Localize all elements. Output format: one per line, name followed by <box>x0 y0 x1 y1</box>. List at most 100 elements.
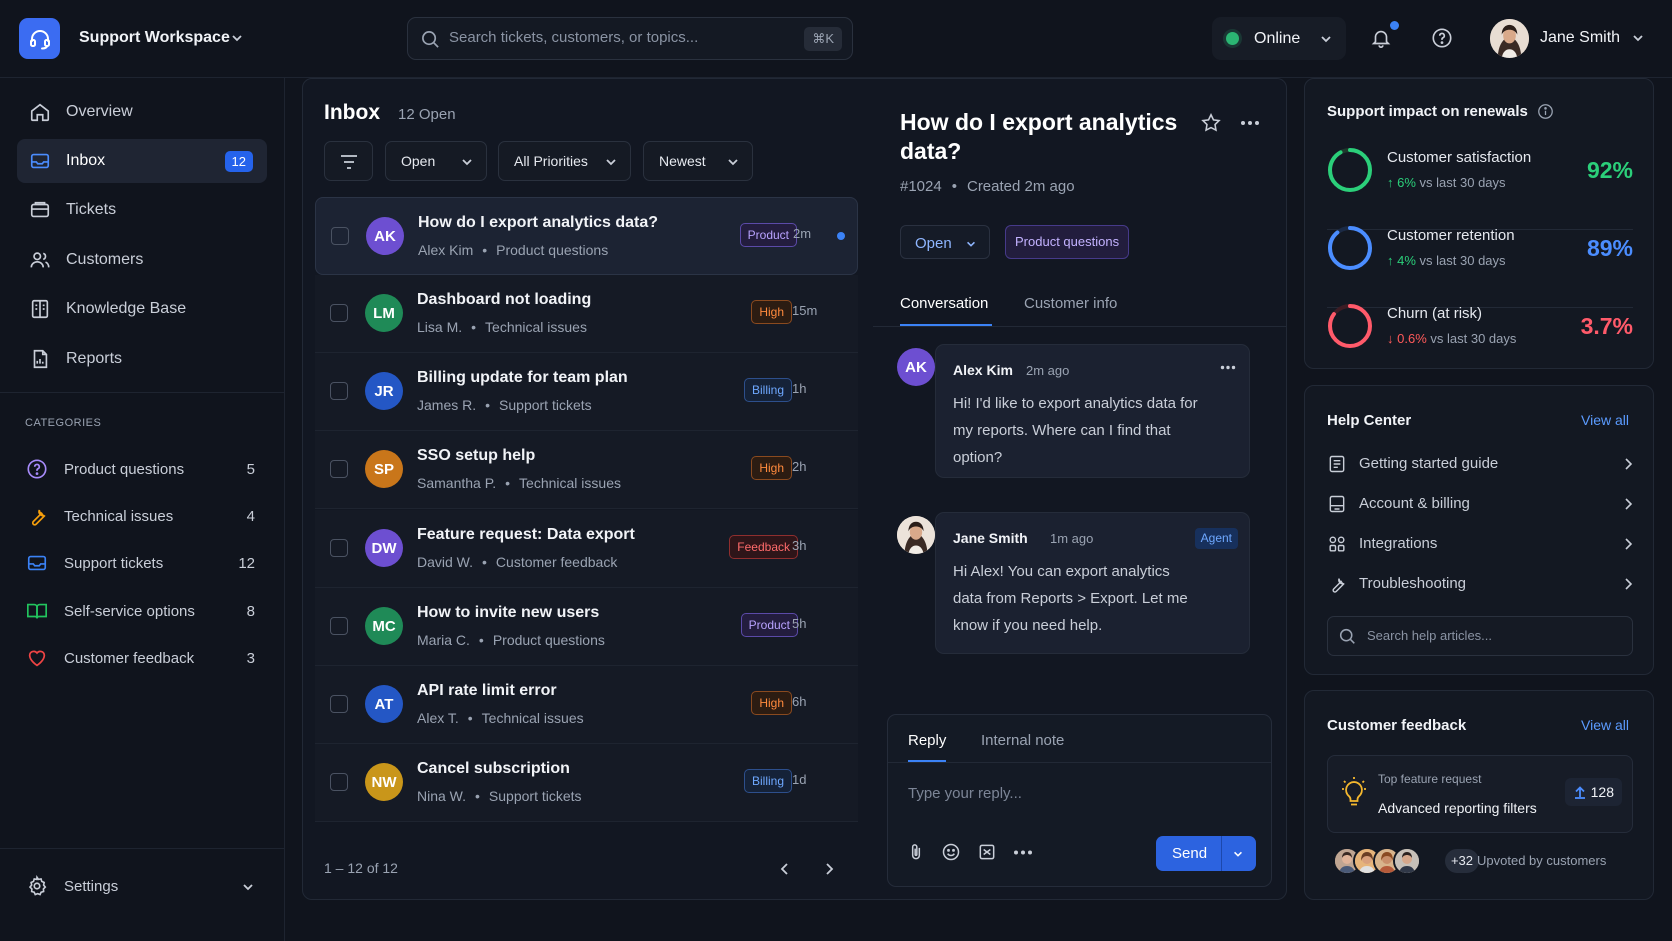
category-technical-issues[interactable]: Technical issues 4 <box>17 496 267 536</box>
emoji-icon[interactable] <box>941 842 961 862</box>
agent-badge: Agent <box>1194 528 1238 549</box>
chevron-left-icon[interactable] <box>778 861 792 877</box>
tab-reply[interactable]: Reply <box>908 732 946 749</box>
category-self-service[interactable]: Self-service options 8 <box>17 591 267 631</box>
ticket-row[interactable]: JR Billing update for team plan James R. • S… <box>315 353 858 431</box>
filter-button[interactable] <box>324 141 373 181</box>
more-icon[interactable] <box>1013 850 1033 855</box>
metric-delta: ↑ 6% vs last 30 days <box>1387 175 1506 190</box>
ticket-title: SSO setup help <box>417 447 536 464</box>
vote-count: 128 <box>1590 784 1614 800</box>
ticket-customer: Nina W. <box>417 788 467 804</box>
chevron-down-icon[interactable] <box>1631 31 1645 45</box>
category-customer-feedback[interactable]: Customer feedback 3 <box>17 638 267 678</box>
metric-customer-satisfaction: Customer satisfaction ↑ 6% vs last 30 da… <box>1327 147 1633 225</box>
ticket-row[interactable]: MC How to invite new users Maria C. • Produc… <box>315 588 858 666</box>
search-input[interactable] <box>449 29 779 46</box>
sort-filter[interactable]: Newest <box>643 141 753 181</box>
help-search-input[interactable] <box>1367 628 1617 643</box>
tab-internal-note[interactable]: Internal note <box>981 732 1064 749</box>
avatar[interactable] <box>1490 19 1529 58</box>
feedback-title: Customer feedback <box>1327 717 1467 734</box>
send-button[interactable]: Send <box>1156 836 1256 871</box>
ticket-checkbox[interactable] <box>330 460 348 478</box>
paperclip-icon[interactable] <box>906 842 926 862</box>
sidebar-item-tickets[interactable]: Tickets <box>17 188 267 232</box>
ticket-checkbox[interactable] <box>330 382 348 400</box>
impact-card: Support impact on renewals Customer sati… <box>1304 78 1654 369</box>
chevron-right-icon[interactable] <box>822 861 836 877</box>
tab-conversation[interactable]: Conversation <box>900 295 988 312</box>
ticket-time: 2m <box>793 226 812 241</box>
ticket-meta: #1024 • Created 2m ago <box>900 178 1075 195</box>
sidebar-item-reports[interactable]: Reports <box>17 337 267 381</box>
help-icon[interactable] <box>1431 27 1453 49</box>
ticket-checkbox[interactable] <box>331 227 349 245</box>
tab-customer-info[interactable]: Customer info <box>1024 295 1117 312</box>
priority-filter[interactable]: All Priorities <box>498 141 631 181</box>
divider <box>1221 836 1222 871</box>
ticket-checkbox[interactable] <box>330 695 348 713</box>
star-icon[interactable] <box>1200 112 1222 134</box>
ticket-title: Dashboard not loading <box>417 291 592 308</box>
headset-logo-icon[interactable] <box>19 18 60 59</box>
status-filter[interactable]: Open <box>385 141 487 181</box>
ticket-tag: High <box>751 300 792 324</box>
upvote-button[interactable]: 128 <box>1564 778 1622 806</box>
sidebar-item-knowledge-base[interactable]: Knowledge Base <box>17 287 267 331</box>
workspace-name[interactable]: Support Workspace <box>79 29 230 47</box>
more-icon[interactable] <box>1220 365 1236 370</box>
ticket-category: Technical issues <box>519 475 621 491</box>
help-item-troubleshooting[interactable]: Troubleshooting <box>1327 566 1633 602</box>
arrow-down-icon: ↓ <box>1387 331 1398 346</box>
help-item-account-billing[interactable]: Account & billing <box>1327 486 1633 522</box>
ticket-row[interactable]: LM Dashboard not loading Lisa M. • Technical… <box>315 275 858 353</box>
sidebar-item-inbox[interactable]: Inbox 12 <box>17 139 267 183</box>
ticket-time: 1h <box>792 381 807 396</box>
ticket-row[interactable]: NW Cancel subscription Nina W. • Support tic… <box>315 744 858 822</box>
info-icon[interactable] <box>1537 103 1554 120</box>
sidebar-item-customers[interactable]: Customers <box>17 238 267 282</box>
ticket-time: 3h <box>792 538 807 553</box>
ticket-row[interactable]: SP SSO setup help Samantha P. • Technical is… <box>315 431 858 509</box>
top-feature-request[interactable]: Top feature request Advanced reporting f… <box>1327 755 1633 833</box>
customer-avatar: AT <box>365 685 403 723</box>
settings-menu[interactable]: Settings <box>17 866 267 908</box>
ticket-meta: Samantha P. • Technical issues <box>417 475 621 491</box>
global-search[interactable]: ⌘K <box>407 17 853 60</box>
help-item-getting-started[interactable]: Getting started guide <box>1327 446 1633 482</box>
category-product-questions[interactable]: Product questions 5 <box>17 449 267 489</box>
ticket-row[interactable]: AT API rate limit error Alex T. • Technical … <box>315 666 858 744</box>
ticket-checkbox[interactable] <box>330 617 348 635</box>
bell-icon[interactable] <box>1370 27 1392 49</box>
chevron-right-icon <box>1623 577 1633 591</box>
help-item-integrations[interactable]: Integrations <box>1327 526 1633 562</box>
feedback-view-all-link[interactable]: View all <box>1581 717 1629 733</box>
ticket-status-dropdown[interactable]: Open <box>900 225 990 259</box>
ticket-row[interactable]: AK How do I export analytics data? Alex Ki… <box>315 197 858 275</box>
help-view-all-link[interactable]: View all <box>1581 412 1629 428</box>
chevron-down-icon[interactable] <box>1232 848 1244 860</box>
heart-icon <box>26 647 48 669</box>
ticket-checkbox[interactable] <box>330 539 348 557</box>
ticket-row[interactable]: DW Feature request: Data export David W. • C… <box>315 510 858 588</box>
more-icon[interactable] <box>1240 120 1260 126</box>
search-icon <box>421 30 440 49</box>
category-support-tickets[interactable]: Support tickets 12 <box>17 543 267 583</box>
ticket-meta: David W. • Customer feedback <box>417 554 618 570</box>
chevron-down-icon[interactable] <box>230 31 244 45</box>
image-icon[interactable] <box>977 842 997 862</box>
ticket-checkbox[interactable] <box>330 304 348 322</box>
help-center-card: Help Center View all Getting started gui… <box>1304 385 1654 675</box>
metric-customer-retention: Customer retention ↑ 4% vs last 30 days … <box>1327 225 1633 303</box>
status-selector[interactable]: Online <box>1212 17 1346 60</box>
pagination-label: 1 – 12 of 12 <box>324 860 398 876</box>
help-search[interactable] <box>1327 616 1633 656</box>
sidebar-item-overview[interactable]: Overview <box>17 90 267 134</box>
ticket-checkbox[interactable] <box>330 773 348 791</box>
ticket-tag: Feedback <box>729 535 798 559</box>
user-name[interactable]: Jane Smith <box>1540 29 1620 47</box>
ticket-meta: Lisa M. • Technical issues <box>417 319 587 335</box>
reply-input[interactable] <box>908 785 1248 802</box>
ticket-category-tag[interactable]: Product questions <box>1005 225 1130 259</box>
